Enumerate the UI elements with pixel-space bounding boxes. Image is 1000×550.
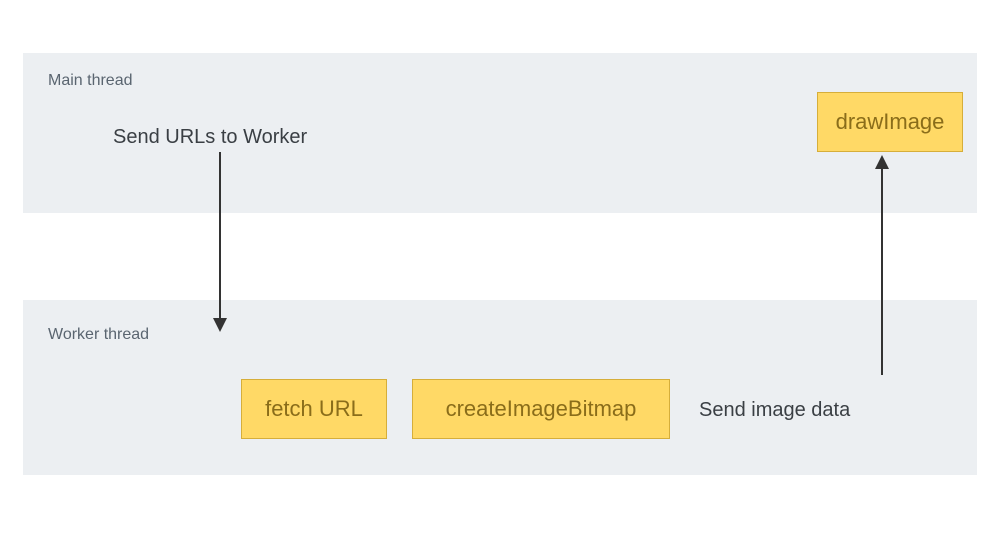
drawimage-box: drawImage [817,92,963,152]
send-urls-step-label: Send URLs to Worker [113,126,307,149]
fetch-url-box-text: fetch URL [265,396,363,422]
drawimage-box-text: drawImage [836,109,945,135]
arrow-down-icon [200,152,240,332]
arrow-up-icon [862,155,902,375]
fetch-url-box: fetch URL [241,379,387,439]
createimagebitmap-box-text: createImageBitmap [446,396,637,422]
send-image-data-step-label: Send image data [699,399,850,422]
main-thread-label: Main thread [48,72,133,90]
worker-thread-label: Worker thread [48,326,149,344]
createimagebitmap-box: createImageBitmap [412,379,670,439]
